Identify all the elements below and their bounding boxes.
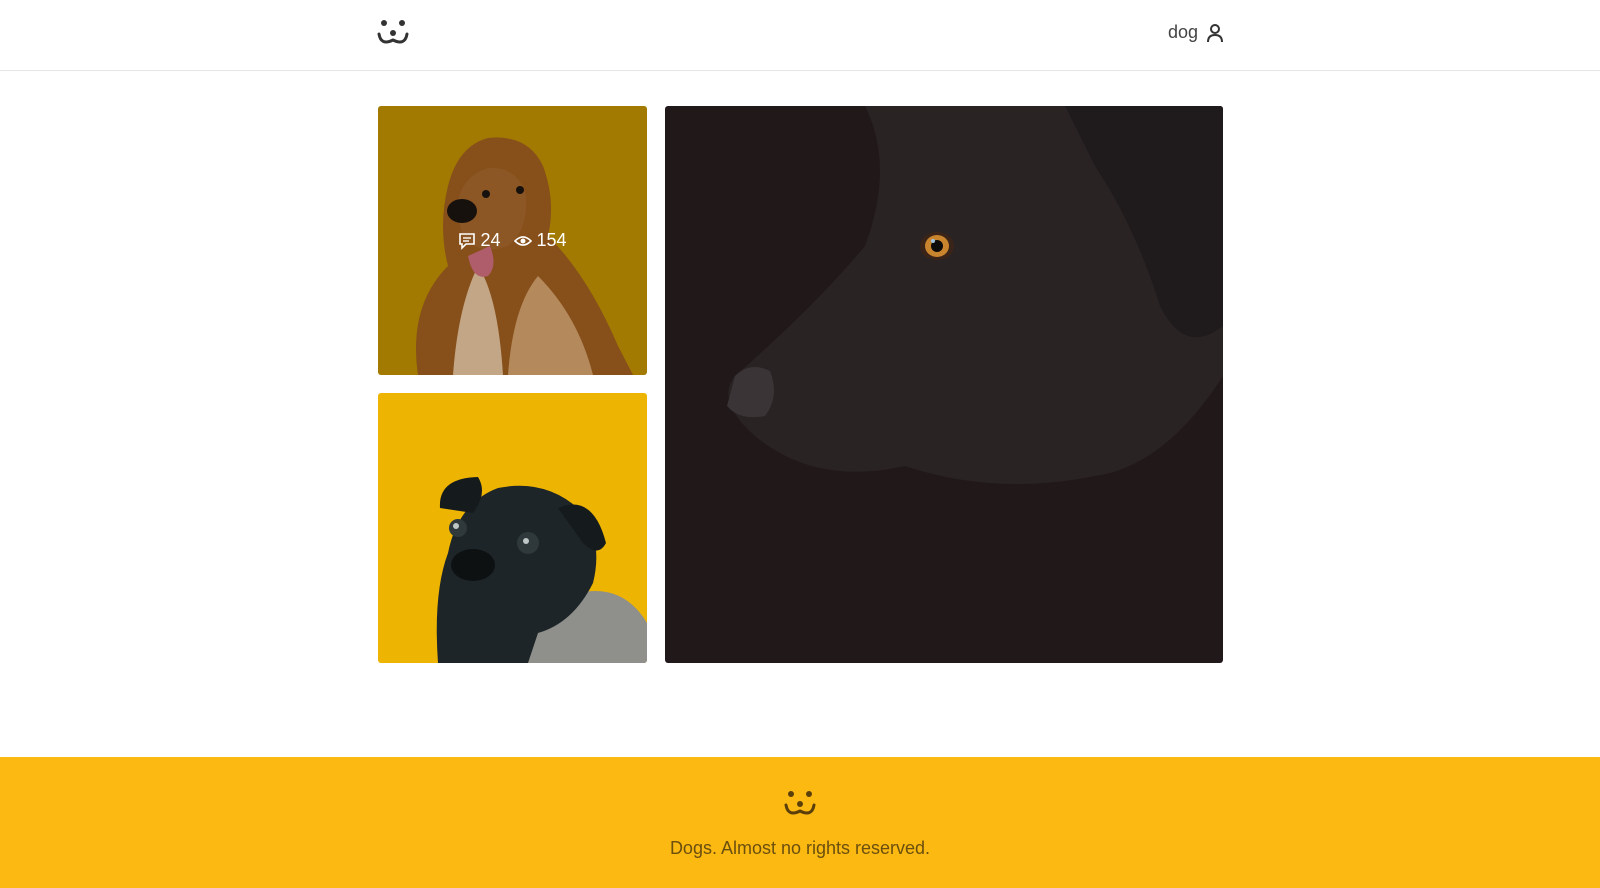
comments-stat: 24 [458, 230, 500, 251]
header: dog [0, 0, 1600, 71]
photo-card-afghan-hound[interactable]: 24 154 [378, 106, 647, 375]
photo-feed: 24 154 [378, 106, 1223, 664]
black-labrador-photo [665, 106, 1223, 663]
user-icon [1207, 23, 1223, 42]
user-name: dog [1167, 22, 1198, 42]
views-stat: 154 [514, 230, 567, 251]
comments-count: 24 [480, 230, 501, 250]
comment-icon [459, 232, 476, 250]
eye-icon [514, 235, 533, 246]
user-account-link[interactable]: dog [1168, 22, 1224, 43]
dog-face-icon [784, 791, 816, 815]
photo-card-black-labrador[interactable] [665, 106, 1223, 663]
photo-card-pug[interactable] [378, 393, 647, 663]
dog-face-icon[interactable] [377, 18, 409, 48]
footer-copyright: Dogs. Almost no rights reserved. [669, 838, 931, 858]
pug-photo [378, 393, 647, 663]
footer: Dogs. Almost no rights reserved. [0, 757, 1600, 888]
photo-stats-overlay: 24 154 [378, 106, 647, 375]
views-count: 154 [536, 230, 567, 250]
